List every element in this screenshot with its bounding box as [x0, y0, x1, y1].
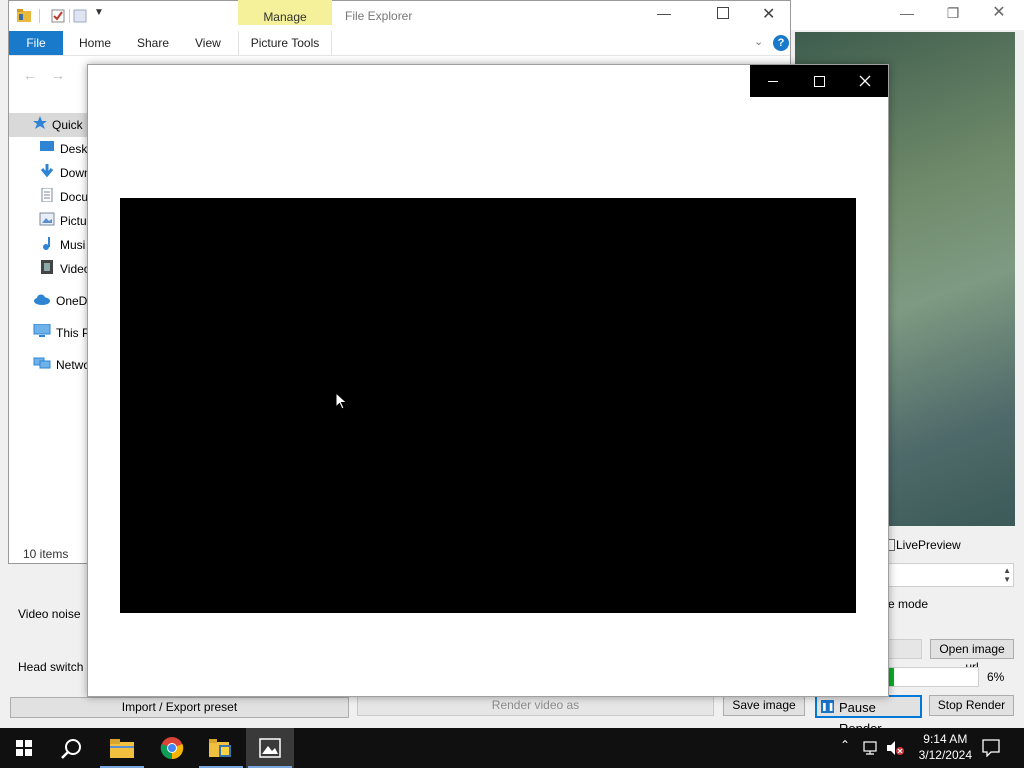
python-folder-icon [209, 739, 231, 757]
nav-item[interactable]: Docu [39, 185, 88, 209]
file-explorer-titlebar: ▼ Manage File Explorer — ✕ [9, 0, 790, 31]
picture-tools-label: Picture Tools [250, 36, 320, 50]
qat-dropdown-icon[interactable]: ▼ [94, 7, 104, 18]
taskbar-clock[interactable]: 9:14 AM 3/12/2024 [919, 731, 972, 763]
nav-item[interactable]: Netwo [33, 353, 90, 377]
import-export-preset-button[interactable]: Import / Export preset [10, 697, 349, 718]
fe-minimize-button[interactable]: — [657, 5, 671, 21]
video-icon [39, 258, 55, 282]
image-url-field[interactable] [888, 639, 922, 659]
progress-percent: 6% [987, 670, 1005, 684]
photos-icon [259, 738, 281, 758]
clock-date: 3/12/2024 [918, 748, 972, 762]
manage-label: Manage [263, 10, 307, 24]
pause-render-button[interactable]: ❚❚ Pause Render [815, 695, 922, 736]
live-preview-label: LivePreview [896, 538, 961, 552]
status-bar-count: 10 items [23, 547, 69, 561]
nav-item-label: Docu [60, 190, 89, 204]
manage-context-tab[interactable]: Manage [238, 0, 332, 25]
network-icon [33, 354, 51, 378]
video-noise-label: Video noise [18, 607, 81, 621]
windows-start-icon[interactable] [16, 740, 32, 756]
image-viewer-window [87, 64, 889, 697]
nav-item[interactable]: Quick [33, 113, 83, 137]
tab-picture-tools[interactable]: Picture Tools [238, 31, 332, 55]
star-icon [33, 114, 47, 138]
taskbar: ⌃ 9:14 AM 3/12/2024 [0, 728, 1024, 768]
window-title: File Explorer [345, 9, 413, 23]
background-app-titlebar: — ❐ ✕ [790, 0, 1024, 30]
mode-label: e mode [888, 597, 929, 611]
viewer-maximize-button[interactable] [796, 65, 842, 97]
properties-icon[interactable] [51, 9, 65, 23]
nav-item[interactable]: Pictu [39, 209, 87, 233]
nav-item-label: Video [60, 262, 91, 276]
document-icon [39, 186, 55, 210]
computer-icon [33, 322, 51, 346]
notifications-icon[interactable] [982, 739, 1000, 757]
nav-item-label: Quick [52, 118, 83, 132]
nav-item[interactable]: Musi [39, 233, 85, 257]
open-image-url-button[interactable]: Open image url [930, 639, 1014, 674]
bg-close-button[interactable]: ✕ [976, 2, 1022, 26]
viewer-caption-buttons [750, 65, 888, 97]
image-canvas[interactable] [120, 198, 856, 613]
nav-item-label: Netwo [56, 358, 91, 372]
tab-home[interactable]: Home [79, 36, 111, 50]
fe-close-button[interactable]: ✕ [762, 4, 775, 24]
maximize-icon [814, 76, 825, 87]
taskbar-file-explorer[interactable] [98, 728, 146, 768]
viewer-minimize-button[interactable] [750, 65, 796, 97]
back-arrow-icon[interactable]: ← [23, 67, 37, 83]
render-video-as-button[interactable]: Render video as [357, 695, 714, 716]
volume-muted-icon[interactable] [885, 739, 905, 757]
bg-minimize-button[interactable]: — [884, 2, 930, 26]
taskbar-photos[interactable] [246, 728, 294, 768]
save-image-button[interactable]: Save image [723, 695, 805, 716]
minimize-icon [768, 81, 778, 82]
network-icon[interactable] [862, 740, 880, 756]
spin-field[interactable]: ▲ ▼ [888, 563, 1014, 587]
nav-item-label: Musi [60, 238, 86, 252]
music-icon [39, 234, 55, 258]
stop-render-button[interactable]: Stop Render [929, 695, 1014, 716]
taskbar-chrome[interactable] [148, 728, 196, 768]
tab-share[interactable]: Share [137, 36, 169, 50]
tray-chevron-up-icon[interactable]: ⌃ [840, 738, 850, 752]
ribbon-tabs: File Home Share View Picture Tools ⌄ ? [9, 31, 790, 56]
taskbar-python-app[interactable] [197, 728, 245, 768]
viewer-close-button[interactable] [842, 65, 888, 97]
pictures-icon [39, 210, 55, 234]
chrome-icon [160, 737, 184, 760]
render-progress-fill [889, 668, 895, 686]
fe-maximize-button[interactable] [717, 7, 729, 19]
nav-item-label: Pictu [60, 214, 87, 228]
qat-divider [39, 9, 40, 23]
head-switch-label: Head switch m [18, 660, 97, 674]
help-icon[interactable]: ? [773, 35, 789, 51]
forward-arrow-icon[interactable]: → [51, 67, 65, 83]
ribbon-expand-icon[interactable]: ⌄ [754, 35, 763, 48]
cloud-icon [33, 290, 51, 314]
nav-item[interactable]: Video [39, 257, 90, 281]
nav-item[interactable]: OneDr [33, 289, 91, 313]
desktop-icon [39, 138, 55, 162]
new-folder-icon[interactable] [73, 9, 87, 23]
qat-divider-2 [69, 9, 70, 23]
tab-file[interactable]: File [9, 31, 63, 55]
mouse-cursor-icon [335, 392, 348, 410]
nav-item[interactable]: Down [39, 161, 91, 185]
folder-icon [17, 9, 31, 22]
render-progress-bar [888, 667, 979, 687]
tab-view[interactable]: View [195, 36, 221, 50]
bg-restore-button[interactable]: ❐ [930, 2, 976, 26]
nav-item[interactable]: Deskt [39, 137, 91, 161]
pause-icon: ❚❚ [821, 700, 835, 713]
clock-time: 9:14 AM [923, 732, 968, 746]
download-icon [39, 162, 55, 186]
folder-icon [110, 739, 134, 758]
search-icon[interactable] [61, 738, 83, 760]
spin-arrows-icon[interactable]: ▲ ▼ [1003, 566, 1011, 584]
close-icon [859, 75, 871, 87]
